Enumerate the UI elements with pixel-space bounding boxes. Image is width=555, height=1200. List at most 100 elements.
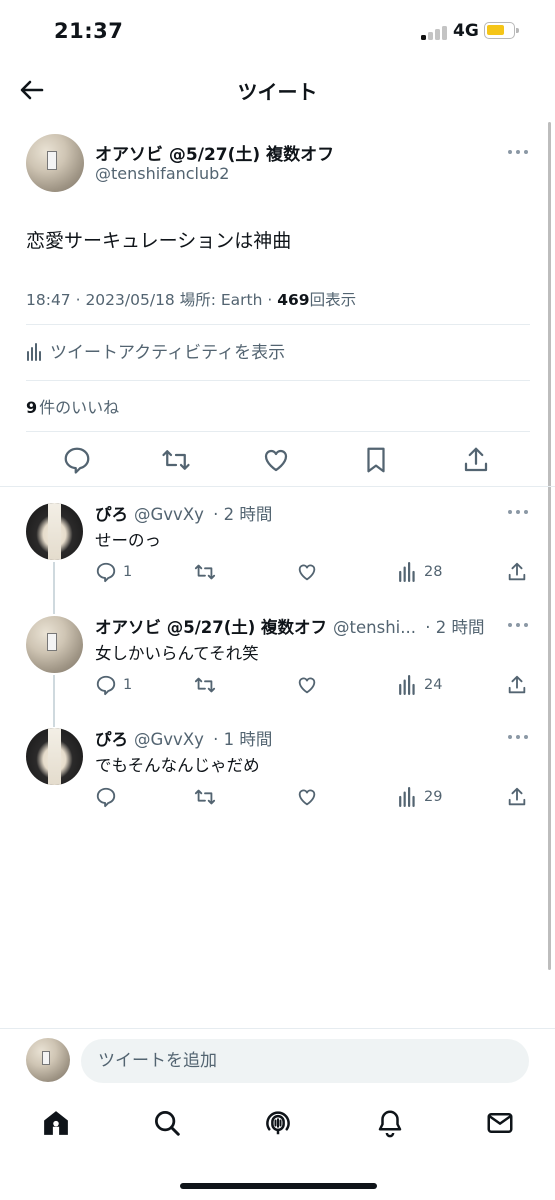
like-icon <box>298 564 316 581</box>
reply-display-name[interactable]: ぴろ <box>95 505 128 524</box>
share-icon <box>464 447 488 472</box>
reply-tweet[interactable]: オアソビ @5/27(土) 複数オフ @tenshi... · 2 時間 女しかい… <box>0 600 555 712</box>
tweet-text: 恋愛サーキュレーションは神曲 <box>26 230 292 252</box>
tab-spaces[interactable] <box>263 1108 293 1138</box>
share-icon <box>508 675 526 694</box>
reply-header: オアソビ @5/27(土) 複数オフ @tenshi... · 2 時間 <box>95 614 484 638</box>
tab-search[interactable] <box>152 1108 182 1138</box>
like-button[interactable] <box>296 674 318 696</box>
author-handle[interactable]: @tenshifanclub2 <box>95 164 229 183</box>
reply-icon <box>96 787 116 808</box>
retweet-button[interactable] <box>194 674 216 696</box>
activity-label: ツイートアクティビティを表示 <box>50 343 286 363</box>
reply-time: · 2 時間 <box>425 618 485 637</box>
tweet-activity-link[interactable]: ツイートアクティビティを表示 <box>26 338 285 363</box>
reply-display-name[interactable]: ぴろ <box>95 730 128 749</box>
bookmark-icon <box>367 447 385 473</box>
reply-text: せーのっ <box>95 531 161 550</box>
retweet-button[interactable] <box>194 561 216 583</box>
reply-count: 1 <box>123 677 133 693</box>
compose-reply-input[interactable] <box>81 1039 529 1083</box>
messages-icon <box>487 1113 513 1133</box>
like-icon <box>298 677 316 694</box>
spaces-icon <box>266 1111 290 1135</box>
views-count: 469 <box>277 291 310 309</box>
retweet-button[interactable] <box>194 786 216 808</box>
views-count: 24 <box>424 677 443 693</box>
avatar[interactable] <box>26 1038 70 1082</box>
divider <box>26 380 530 381</box>
analytics-icon <box>27 343 41 361</box>
retweet-icon <box>162 450 190 470</box>
views-button[interactable]: 24 <box>398 674 442 696</box>
views-button[interactable]: 28 <box>398 561 442 583</box>
likes-count: 9 <box>26 398 38 417</box>
tweet-meta: 18:47 · 2023/05/18 場所: Earth · 469回表示 <box>26 288 356 310</box>
avatar[interactable] <box>26 616 83 673</box>
status-time: 21:37 <box>54 19 124 43</box>
more-options-icon[interactable] <box>507 734 529 740</box>
retweet-button[interactable] <box>161 445 191 475</box>
reply-display-name[interactable]: オアソビ @5/27(土) 複数オフ <box>95 618 327 637</box>
reply-tweet[interactable]: ぴろ @GvvXy · 2 時間 せーのっ 1 28 <box>0 487 555 599</box>
tab-messages[interactable] <box>485 1108 515 1138</box>
more-options-icon[interactable] <box>507 622 529 628</box>
compose-bar <box>0 1028 555 1092</box>
home-icon <box>44 1111 68 1135</box>
like-button[interactable] <box>296 561 318 583</box>
search-icon <box>155 1111 180 1136</box>
retweet-icon <box>194 564 216 580</box>
reply-count: 1 <box>123 564 133 580</box>
reply-tweet[interactable]: ぴろ @GvvXy · 1 時間 でもそんなんじゃだめ 29 <box>0 712 555 824</box>
like-button[interactable] <box>296 786 318 808</box>
tab-home[interactable] <box>41 1108 71 1138</box>
reply-button[interactable]: 1 <box>95 674 132 696</box>
analytics-icon <box>399 562 415 582</box>
share-button[interactable] <box>506 674 528 696</box>
like-icon <box>298 789 316 806</box>
reply-text: でもそんなんじゃだめ <box>95 756 260 775</box>
like-icon <box>264 449 288 472</box>
avatar[interactable] <box>26 503 83 560</box>
like-button[interactable] <box>261 445 291 475</box>
notifications-icon <box>378 1110 402 1138</box>
avatar[interactable] <box>26 134 84 192</box>
reply-handle[interactable]: @GvvXy <box>134 730 204 749</box>
reply-icon <box>96 675 116 696</box>
author-display-name[interactable]: オアソビ @5/27(土) 複数オフ <box>95 140 334 165</box>
share-button[interactable] <box>506 786 528 808</box>
analytics-icon <box>399 675 415 695</box>
home-indicator[interactable] <box>180 1183 377 1189</box>
more-options-icon[interactable] <box>507 149 529 155</box>
views-count: 28 <box>424 564 443 580</box>
reply-handle[interactable]: @GvvXy <box>134 505 204 524</box>
status-bar: 21:37 4G <box>0 0 555 62</box>
tab-bar <box>0 1094 555 1156</box>
retweet-icon <box>194 677 216 693</box>
share-icon <box>508 787 526 806</box>
tweet-timestamp-location: 18:47 · 2023/05/18 場所: Earth · <box>26 291 278 309</box>
reply-handle[interactable]: @tenshi... <box>333 618 416 637</box>
nav-bar: ツイート <box>0 62 555 118</box>
avatar[interactable] <box>26 728 83 785</box>
share-button[interactable] <box>506 561 528 583</box>
reply-icon <box>96 562 116 583</box>
divider <box>26 324 530 325</box>
views-button[interactable]: 29 <box>398 786 442 808</box>
share-button[interactable] <box>461 445 491 475</box>
reply-button[interactable] <box>62 445 92 475</box>
likes-label: 件のいいね <box>39 398 120 417</box>
reply-button[interactable]: 1 <box>95 561 132 583</box>
share-icon <box>508 562 526 581</box>
reply-header: ぴろ @GvvXy · 2 時間 <box>95 501 272 525</box>
battery-icon <box>484 22 519 39</box>
retweet-icon <box>194 789 216 805</box>
reply-time: · 2 時間 <box>213 505 273 524</box>
tab-notifications[interactable] <box>375 1108 405 1138</box>
likes-summary[interactable]: 9 件のいいね <box>26 394 119 418</box>
views-count: 29 <box>424 789 443 805</box>
reply-button[interactable] <box>95 786 123 808</box>
views-label: 回表示 <box>309 291 357 309</box>
more-options-icon[interactable] <box>507 509 529 515</box>
bookmark-button[interactable] <box>361 445 391 475</box>
